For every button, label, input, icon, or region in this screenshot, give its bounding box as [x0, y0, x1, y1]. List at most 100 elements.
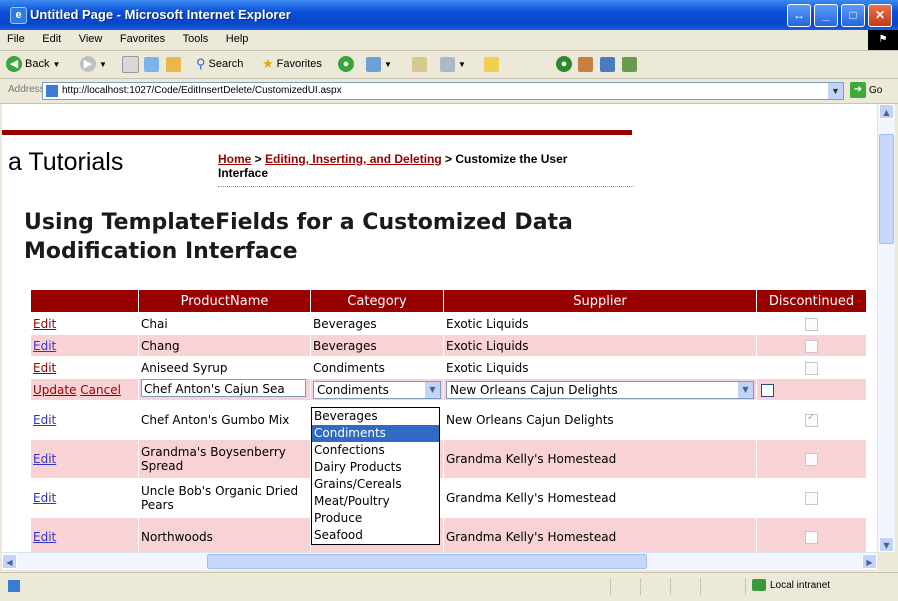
edit-link[interactable]: Edit: [33, 452, 56, 466]
grid-header-category[interactable]: Category: [310, 289, 444, 313]
supplier-name: Exotic Liquids: [443, 312, 757, 335]
go-button[interactable]: ➜ Go: [850, 82, 882, 98]
dropdown-option-selected[interactable]: Condiments: [312, 425, 439, 442]
breadcrumb: Home > Editing, Inserting, and Deleting …: [218, 152, 618, 180]
product-name: Chef Anton's Gumbo Mix: [138, 400, 311, 440]
help-icon[interactable]: ↔: [787, 4, 811, 27]
status-bar: Local intranet: [0, 572, 898, 601]
grid-header-supplier[interactable]: Supplier: [443, 289, 757, 313]
media-button[interactable]: ●: [338, 55, 354, 73]
cancel-link[interactable]: Cancel: [80, 383, 121, 397]
title-bar[interactable]: e Untitled Page - Microsoft Internet Exp…: [0, 0, 898, 30]
menu-help[interactable]: Help: [219, 30, 256, 48]
go-arrow-icon: ➜: [850, 82, 866, 98]
status-divider: [670, 578, 671, 595]
menu-file[interactable]: File: [0, 30, 32, 48]
discuss-button[interactable]: [484, 55, 499, 73]
dropdown-option[interactable]: Beverages: [312, 408, 439, 425]
refresh-icon: [144, 56, 159, 72]
stop-button[interactable]: [122, 55, 139, 73]
close-button[interactable]: ✕: [868, 4, 892, 27]
product-name: Northwoods: [138, 517, 311, 552]
supplier-name: Exotic Liquids: [443, 334, 757, 357]
dropdown-option[interactable]: Meat/Poultry: [312, 493, 439, 510]
search-button[interactable]: ⚲ Search: [196, 55, 243, 73]
tool-button-a[interactable]: [600, 55, 615, 73]
dropdown-option[interactable]: Grains/Cereals: [312, 476, 439, 493]
vertical-scroll-thumb[interactable]: [879, 134, 894, 244]
home-icon: [166, 56, 181, 72]
breadcrumb-home-link[interactable]: Home: [218, 152, 251, 166]
edit-link[interactable]: Edit: [33, 530, 56, 544]
scroll-up-icon[interactable]: ▲: [879, 104, 894, 119]
discontinued-checkbox: [805, 531, 818, 544]
edit-link[interactable]: Edit: [33, 361, 56, 375]
search-icon: ⚲: [196, 56, 206, 71]
scroll-right-icon[interactable]: ▶: [862, 554, 877, 569]
toolbar: ◀ Back ▼ ▶ ▼ ⚲ Search ★ Favorites ● ▼ ▼ …: [0, 51, 898, 79]
menu-tools[interactable]: Tools: [176, 30, 216, 48]
menu-edit[interactable]: Edit: [35, 30, 68, 48]
chevron-down-icon[interactable]: ▼: [828, 83, 843, 99]
edit-link[interactable]: Edit: [33, 491, 56, 505]
window-controls: ↔ _ □ ✕: [787, 4, 892, 27]
dropdown-option[interactable]: Dairy Products: [312, 459, 439, 476]
maximize-button[interactable]: □: [841, 4, 865, 27]
scroll-left-icon[interactable]: ◀: [2, 554, 17, 569]
discontinued-checkbox[interactable]: [761, 383, 774, 397]
browser-window: e Untitled Page - Microsoft Internet Exp…: [0, 0, 898, 601]
research-button[interactable]: [578, 55, 593, 73]
messenger-button[interactable]: ●: [556, 55, 572, 73]
header-rule: [2, 130, 632, 135]
favorites-button[interactable]: ★ Favorites: [262, 55, 322, 73]
edit-link[interactable]: Edit: [33, 317, 56, 331]
chevron-down-icon[interactable]: ▼: [425, 381, 440, 398]
update-link[interactable]: Update: [33, 383, 76, 397]
table-row: Edit Chang Beverages Exotic Liquids: [30, 334, 867, 357]
vertical-scrollbar[interactable]: ▲ ▼: [877, 104, 895, 552]
product-name-input[interactable]: Chef Anton's Cajun Sea: [141, 379, 306, 397]
dropdown-option[interactable]: Seafood: [312, 527, 439, 544]
category-name: Condiments: [310, 356, 444, 379]
favorites-label: Favorites: [276, 58, 322, 70]
supplier-select[interactable]: New Orleans Cajun Delights ▼: [446, 380, 754, 399]
product-name: Aniseed Syrup: [138, 356, 311, 379]
dropdown-option[interactable]: Confections: [312, 442, 439, 459]
home-button[interactable]: [166, 55, 181, 73]
horizontal-scroll-thumb[interactable]: [207, 554, 647, 569]
chevron-down-icon: ▼: [384, 59, 392, 69]
supplier-select-value: New Orleans Cajun Delights: [450, 382, 618, 397]
forward-button[interactable]: ▶ ▼: [80, 55, 107, 73]
dropdown-option[interactable]: Produce: [312, 510, 439, 527]
category-name: Beverages: [310, 312, 444, 335]
forward-arrow-icon: ▶: [80, 56, 96, 72]
media-icon: ●: [338, 56, 354, 72]
category-select[interactable]: Condiments ▼: [313, 380, 441, 399]
grid-header-productname[interactable]: ProductName: [138, 289, 311, 313]
breadcrumb-section-link[interactable]: Editing, Inserting, and Deleting: [265, 152, 442, 166]
research-icon: [578, 56, 593, 72]
edit-link[interactable]: Edit: [33, 413, 56, 427]
horizontal-scrollbar[interactable]: ◀ ▶: [2, 552, 877, 570]
menu-view[interactable]: View: [72, 30, 110, 48]
minimize-button[interactable]: _: [814, 4, 838, 27]
back-button[interactable]: ◀ Back ▼: [6, 55, 60, 73]
refresh-button[interactable]: [144, 55, 159, 73]
status-divider: [610, 578, 611, 595]
menu-favorites[interactable]: Favorites: [113, 30, 172, 48]
category-dropdown-list[interactable]: Beverages Condiments Confections Dairy P…: [311, 407, 440, 545]
mail-button[interactable]: [412, 55, 427, 73]
breadcrumb-separator: >: [441, 152, 456, 166]
discontinued-checkbox: [805, 317, 818, 331]
address-url: http://localhost:1027/Code/EditInsertDel…: [62, 85, 342, 96]
print-button[interactable]: ▼: [440, 55, 466, 73]
history-button[interactable]: ▼: [366, 55, 392, 73]
chevron-down-icon[interactable]: ▼: [738, 381, 753, 398]
edit-link[interactable]: Edit: [33, 339, 56, 353]
tool-button-b[interactable]: [622, 55, 637, 73]
address-input[interactable]: http://localhost:1027/Code/EditInsertDel…: [42, 82, 844, 100]
back-arrow-icon: ◀: [6, 56, 22, 72]
scroll-down-icon[interactable]: ▼: [879, 537, 894, 552]
grid-header-discontinued[interactable]: Discontinued: [756, 289, 867, 313]
discontinued-checkbox: [805, 453, 818, 466]
